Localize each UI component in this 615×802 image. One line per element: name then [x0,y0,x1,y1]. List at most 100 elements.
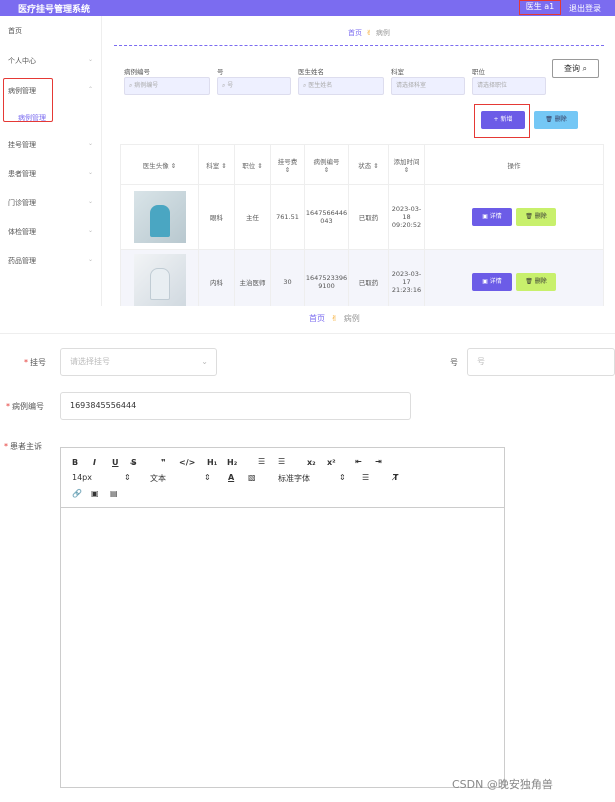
indent-icon[interactable]: ⇥ [375,457,382,466]
table-row: 内科 主治医师 30 16475233969100 已取药 2023-03-17… [120,249,604,315]
ordered-list-icon[interactable]: ☰ [258,457,265,466]
case-table: 医生头像 ⇕ 科室 ⇕ 职位 ⇕ 挂号费 ⇕ 病例编号 ⇕ 状态 ⇕ 添加时间 ⇕ 操… [120,144,604,315]
sidebar-subitem-cases[interactable]: 病例管理 [18,113,46,123]
doctor-avatar [133,191,186,243]
batch-delete-button[interactable]: 🗑 删除 [534,111,578,129]
chevron-down-icon: ⌄ [88,256,94,263]
case-no-field[interactable]: 1693845556444 [60,392,411,420]
table-cell: 内科 [198,249,235,315]
subscript-icon[interactable]: x₂ [307,458,316,467]
italic-icon[interactable]: I [93,458,96,467]
clear-format-icon[interactable]: T̸ [393,473,398,482]
text-style-select[interactable]: 文本 [150,473,166,484]
heading1-icon[interactable]: H₁ [207,458,217,467]
chevron-down-icon: ⌄ [88,56,94,63]
chevron-updown-icon: ⇕ [124,473,131,482]
filter-label-dept: 科室 [391,68,404,76]
breadcrumb-home[interactable]: 首页 [348,29,362,37]
app-header: 医疗挂号管理系统 医生 a1 退出登录 [0,0,615,16]
hao-input[interactable]: 号 [467,348,615,376]
sidebar-item-profile[interactable]: 个人中心 ⌄ [8,56,93,66]
bold-icon[interactable]: B [72,458,78,467]
form-breadcrumb: 首页 ✌ 病例 [309,313,360,324]
complaint-label: * 患者主诉 [4,442,42,451]
filter-label-case-no: 病例编号 [124,68,150,76]
sidebar-item-home[interactable]: 首页 [8,26,22,36]
delete-button[interactable]: 🗑 删除 [516,208,556,226]
doctor-name-input[interactable]: ⌕ 医生姓名 [298,77,384,95]
underline-icon[interactable]: U [112,458,119,467]
trash-icon: 🗑 [545,116,555,123]
column-header: 操作 [424,144,604,185]
superscript-icon[interactable]: x² [327,458,336,467]
sidebar-item-medicine[interactable]: 药品管理 ⌄ [8,256,93,266]
sidebar-item-checkup[interactable]: 体检管理 ⌄ [8,227,93,237]
table-row: 眼科 主任 761.51 1647566446043 已取药 2023-03-1… [120,184,604,250]
font-color-icon[interactable]: A [228,473,234,482]
dept-select[interactable]: 请选择科室 [391,77,465,95]
column-header[interactable]: 添加时间 ⇕ [388,144,425,185]
table-cell: 已取药 [348,184,389,250]
font-family-select[interactable]: 标准字体 [278,473,310,484]
hand-icon: ✌ [366,29,372,37]
sidebar-item-cases[interactable]: 病例管理 ⌃ [8,86,93,96]
delete-button[interactable]: 🗑 删除 [516,273,556,291]
hao-input[interactable]: ⌕ 号 [217,77,291,95]
breadcrumb: 首页 ✌ 病例 [114,24,604,46]
app-title: 医疗挂号管理系统 [18,5,91,15]
guahao-select[interactable]: 请选择挂号 ⌄ [60,348,217,376]
bullet-list-icon[interactable]: ☰ [278,457,285,466]
breadcrumb-current: 病例 [343,314,360,323]
link-icon[interactable]: 🔗 [72,489,82,498]
case-no-input[interactable]: ⌕ 病例编号 [124,77,210,95]
row-actions: ▣ 详情 🗑 删除 [424,184,604,250]
sidebar: 首页 个人中心 ⌄ 病例管理 ⌃ 病例管理 挂号管理 ⌄ 患者管理 ⌄ 门诊管理 ⌄ 体检… [0,16,102,306]
logout-link[interactable]: 退出登录 [569,3,601,14]
column-header[interactable]: 状态 ⇕ [348,144,389,185]
user-name[interactable]: 医生 a1 [519,0,561,15]
sidebar-item-registration[interactable]: 挂号管理 ⌄ [8,140,93,150]
doctor-avatar [133,254,186,310]
add-button[interactable]: + 新增 [481,111,525,129]
table-cell: 2023-03-17 21:23:16 [388,249,425,315]
rich-text-editor: B I U S̶ ❞ </> H₁ H₂ ☰ ☰ x₂ x² ⇤ ⇥ 14px … [60,447,505,788]
table-cell: 2023-03-18 09:20:52 [388,184,425,250]
filter-label-doctor: 医生姓名 [298,68,324,76]
column-header[interactable]: 医生头像 ⇕ [120,144,199,185]
column-header[interactable]: 科室 ⇕ [198,144,235,185]
code-icon[interactable]: </> [179,458,195,467]
case-no-label: * 病例编号 [6,402,44,411]
guahao-label: * 挂号 [24,358,46,367]
quote-icon[interactable]: ❞ [161,458,166,467]
font-size-select[interactable]: 14px [72,473,92,482]
position-select[interactable]: 请选择职位 [472,77,546,95]
detail-button[interactable]: ▣ 详情 [472,273,512,291]
breadcrumb-home[interactable]: 首页 [309,314,325,323]
table-cell: 已取药 [348,249,389,315]
search-button[interactable]: 查询 ⌕ [552,59,599,78]
align-icon[interactable]: ☰ [362,473,369,482]
image-icon[interactable]: ▣ [91,489,99,498]
column-header[interactable]: 职位 ⇕ [234,144,271,185]
table-cell: 主任 [234,184,271,250]
strikethrough-icon[interactable]: S̶ [131,458,137,467]
detail-button[interactable]: ▣ 详情 [472,208,512,226]
column-header[interactable]: 挂号费 ⇕ [270,144,305,185]
column-header[interactable]: 病例编号 ⇕ [304,144,349,185]
table-cell: 16475233969100 [304,249,349,315]
sidebar-item-outpatient[interactable]: 门诊管理 ⌄ [8,198,93,208]
sidebar-item-patients[interactable]: 患者管理 ⌄ [8,169,93,179]
chevron-down-icon: ⌄ [88,227,94,234]
case-list-panel: 首页 ✌ 病例 病例编号 ⌕ 病例编号 号 ⌕ 号 医生姓名 ⌕ 医生姓名 科室 请… [110,16,615,315]
heading2-icon[interactable]: H₂ [227,458,237,467]
outdent-icon[interactable]: ⇤ [355,457,362,466]
search-icon: ⌕ [582,64,588,73]
filter-label-position: 职位 [472,68,485,76]
table-cell: 30 [270,249,305,315]
table-cell: 主治医师 [234,249,271,315]
background-color-icon[interactable]: ▧ [248,473,256,482]
breadcrumb-current: 病例 [375,29,390,37]
chevron-down-icon: ⌄ [88,198,94,205]
table-cell: 761.51 [270,184,305,250]
video-icon[interactable]: ▤ [110,489,118,498]
